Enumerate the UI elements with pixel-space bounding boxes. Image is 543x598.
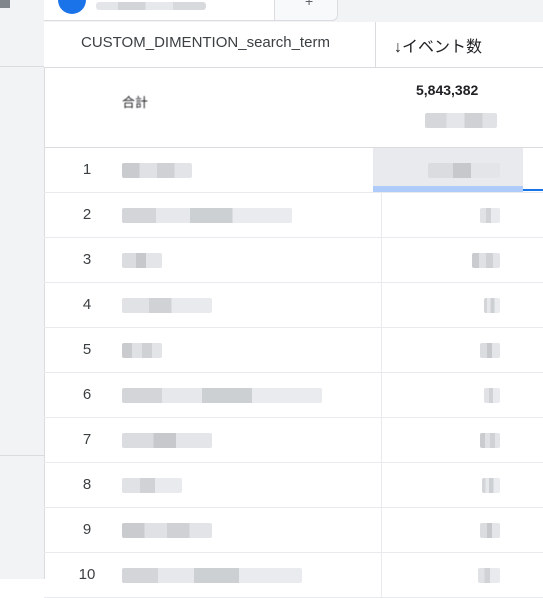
table-row[interactable]: 9 bbox=[44, 508, 543, 553]
event-count-column-header[interactable]: ↓イベント数 bbox=[394, 33, 482, 57]
row-rank: 7 bbox=[82, 431, 92, 448]
row-rank: 5 bbox=[82, 341, 92, 358]
column-divider bbox=[381, 193, 382, 237]
column-divider bbox=[381, 328, 382, 372]
row-rank: 3 bbox=[82, 251, 92, 268]
tab-active[interactable] bbox=[44, 0, 275, 21]
selection-bar bbox=[373, 186, 523, 192]
table-row[interactable]: 8 bbox=[44, 463, 543, 508]
search-term-redacted bbox=[122, 298, 212, 313]
table-row[interactable]: 1 bbox=[44, 148, 543, 193]
total-value: 5,843,382 bbox=[416, 82, 479, 98]
table-row[interactable]: 7 bbox=[44, 418, 543, 463]
row-rank: 4 bbox=[82, 296, 92, 313]
event-count-redacted bbox=[480, 208, 500, 223]
search-term-redacted bbox=[122, 163, 192, 178]
column-divider bbox=[381, 373, 382, 417]
scroll-indicator bbox=[0, 0, 10, 8]
add-tab-button[interactable]: + bbox=[275, 0, 338, 21]
panel-divider bbox=[0, 455, 44, 456]
table-row[interactable]: 2 bbox=[44, 193, 543, 238]
total-label: 合計 bbox=[122, 95, 149, 110]
search-term-redacted bbox=[122, 253, 162, 268]
row-rank: 9 bbox=[82, 521, 92, 538]
column-divider bbox=[381, 283, 382, 327]
row-rank: 1 bbox=[82, 161, 92, 178]
table-row[interactable]: 4 bbox=[44, 283, 543, 328]
event-count-redacted bbox=[478, 568, 500, 583]
plus-icon: + bbox=[305, 0, 314, 9]
row-rank: 10 bbox=[78, 566, 96, 583]
row-rank: 2 bbox=[82, 206, 92, 223]
table-row[interactable]: 3 bbox=[44, 238, 543, 283]
table-header: CUSTOM_DIMENTION_search_term ↓イベント数 bbox=[44, 22, 543, 68]
search-term-redacted bbox=[122, 568, 302, 583]
search-term-redacted bbox=[122, 208, 292, 223]
row-rank: 6 bbox=[82, 386, 92, 403]
search-term-redacted bbox=[122, 433, 212, 448]
tab-label-redacted bbox=[96, 2, 206, 10]
event-count-redacted bbox=[484, 298, 500, 313]
table-row[interactable]: 5 bbox=[44, 328, 543, 373]
column-divider bbox=[381, 418, 382, 462]
event-count-redacted bbox=[480, 343, 500, 358]
totals-row: 合計 5,843,382 bbox=[44, 68, 543, 148]
event-count-redacted bbox=[472, 253, 500, 268]
search-term-redacted bbox=[122, 523, 212, 538]
column-divider bbox=[375, 22, 376, 67]
column-divider bbox=[381, 238, 382, 282]
table-row[interactable]: 10 bbox=[44, 553, 543, 598]
tab-bar: + bbox=[44, 0, 543, 22]
event-count-redacted bbox=[482, 478, 500, 493]
column-divider bbox=[381, 553, 382, 597]
report-table: CUSTOM_DIMENTION_search_term ↓イベント数 合計 5… bbox=[44, 22, 543, 598]
selection-indicator bbox=[523, 189, 543, 191]
dimension-column-header[interactable]: CUSTOM_DIMENTION_search_term bbox=[81, 34, 330, 51]
search-term-redacted bbox=[122, 343, 162, 358]
search-term-redacted bbox=[122, 388, 322, 403]
event-count-redacted bbox=[428, 163, 500, 178]
search-term-redacted bbox=[122, 478, 182, 493]
row-rank: 8 bbox=[82, 476, 92, 493]
column-divider bbox=[381, 508, 382, 552]
left-panel bbox=[0, 0, 45, 579]
total-percentage-redacted bbox=[425, 113, 497, 128]
event-count-redacted bbox=[480, 433, 500, 448]
event-count-redacted bbox=[480, 523, 500, 538]
table-row[interactable]: 6 bbox=[44, 373, 543, 418]
event-count-redacted bbox=[484, 388, 500, 403]
column-divider bbox=[381, 463, 382, 507]
panel-divider bbox=[0, 66, 44, 67]
segment-badge-icon bbox=[58, 0, 86, 14]
